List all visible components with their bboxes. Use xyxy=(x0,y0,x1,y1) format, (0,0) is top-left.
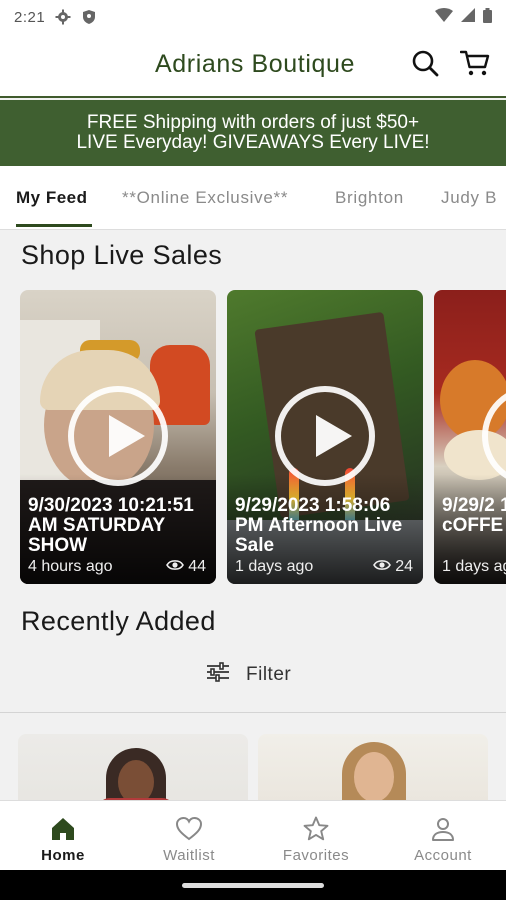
nav-account-label: Account xyxy=(414,847,472,864)
section-divider xyxy=(0,712,506,713)
filter-button[interactable]: Filter xyxy=(206,662,291,688)
tab-brighton[interactable]: Brighton xyxy=(335,188,404,208)
view-count: 24 xyxy=(395,558,413,575)
app-header: Adrians Boutique xyxy=(0,34,506,98)
filter-label: Filter xyxy=(246,664,292,685)
live-sale-title: 9/30/2023 10:21:51 AM SATURDAY SHOW xyxy=(28,495,194,556)
nav-home-label: Home xyxy=(41,847,85,864)
promo-banner: FREE Shipping with orders of just $50+ L… xyxy=(0,100,506,166)
play-icon[interactable] xyxy=(68,386,168,486)
live-sale-card[interactable]: 9/29/2023 1:58:06 PM Afternoon Live Sale… xyxy=(227,290,423,584)
bottom-navigation: Home Waitlist Favorites Account xyxy=(0,800,506,870)
shield-icon xyxy=(81,9,97,25)
eye-icon xyxy=(373,558,392,576)
play-icon[interactable] xyxy=(275,386,375,486)
tab-my-feed[interactable]: My Feed xyxy=(16,188,88,208)
battery-icon xyxy=(483,7,492,27)
nav-home[interactable]: Home xyxy=(0,801,126,871)
category-tabs: My Feed **Online Exclusive** Brighton Ju… xyxy=(0,166,506,230)
nav-waitlist[interactable]: Waitlist xyxy=(126,801,252,871)
filter-icon xyxy=(206,662,230,688)
signal-icon xyxy=(461,8,475,26)
account-icon xyxy=(429,815,457,843)
nav-favorites[interactable]: Favorites xyxy=(253,801,379,871)
live-sale-title: 9/29/2 10:04:4 cOFFE xyxy=(442,495,506,536)
system-gesture-bar xyxy=(0,870,506,900)
search-icon xyxy=(411,49,439,82)
eye-icon xyxy=(166,558,185,576)
live-sale-time-ago: 4 hours ago xyxy=(28,558,113,575)
search-button[interactable] xyxy=(408,48,442,82)
promo-line-1: FREE Shipping with orders of just $50+ xyxy=(86,112,420,133)
cart-icon xyxy=(459,49,490,82)
live-sale-card[interactable]: 9/29/2 10:04:4 cOFFE 1 days ag xyxy=(434,290,506,584)
tab-judy-b[interactable]: Judy B xyxy=(441,188,497,208)
promo-line-2: LIVE Everyday! GIVEAWAYS Every LIVE! xyxy=(76,132,430,153)
view-count: 44 xyxy=(188,558,206,575)
live-sale-views: 44 xyxy=(166,558,206,576)
status-time: 2:21 xyxy=(14,8,46,26)
heart-icon xyxy=(175,815,203,843)
nav-favorites-label: Favorites xyxy=(282,847,350,864)
active-tab-indicator xyxy=(16,224,92,227)
home-icon xyxy=(49,815,77,843)
recently-added-title: Recently Added xyxy=(21,606,216,636)
gear-icon xyxy=(55,9,71,25)
home-gesture-handle[interactable] xyxy=(182,883,324,888)
status-bar: 2:21 xyxy=(0,0,506,34)
cart-button[interactable] xyxy=(458,48,492,82)
live-sales-carousel[interactable]: 9/30/2023 10:21:51 AM SATURDAY SHOW 4 ho… xyxy=(0,290,506,584)
live-sale-views: 24 xyxy=(373,558,413,576)
star-icon xyxy=(302,815,330,843)
nav-waitlist-label: Waitlist xyxy=(163,847,215,864)
shop-live-sales-title: Shop Live Sales xyxy=(21,240,223,270)
wifi-icon xyxy=(435,8,453,26)
live-sale-time-ago: 1 days ago xyxy=(235,558,314,575)
live-sale-time-ago: 1 days ag xyxy=(442,558,506,575)
nav-account[interactable]: Account xyxy=(380,801,506,871)
live-sale-card[interactable]: 9/30/2023 10:21:51 AM SATURDAY SHOW 4 ho… xyxy=(20,290,216,584)
tab-online-exclusive[interactable]: **Online Exclusive** xyxy=(122,188,288,208)
live-sale-title: 9/29/2023 1:58:06 PM Afternoon Live Sale xyxy=(235,495,403,556)
